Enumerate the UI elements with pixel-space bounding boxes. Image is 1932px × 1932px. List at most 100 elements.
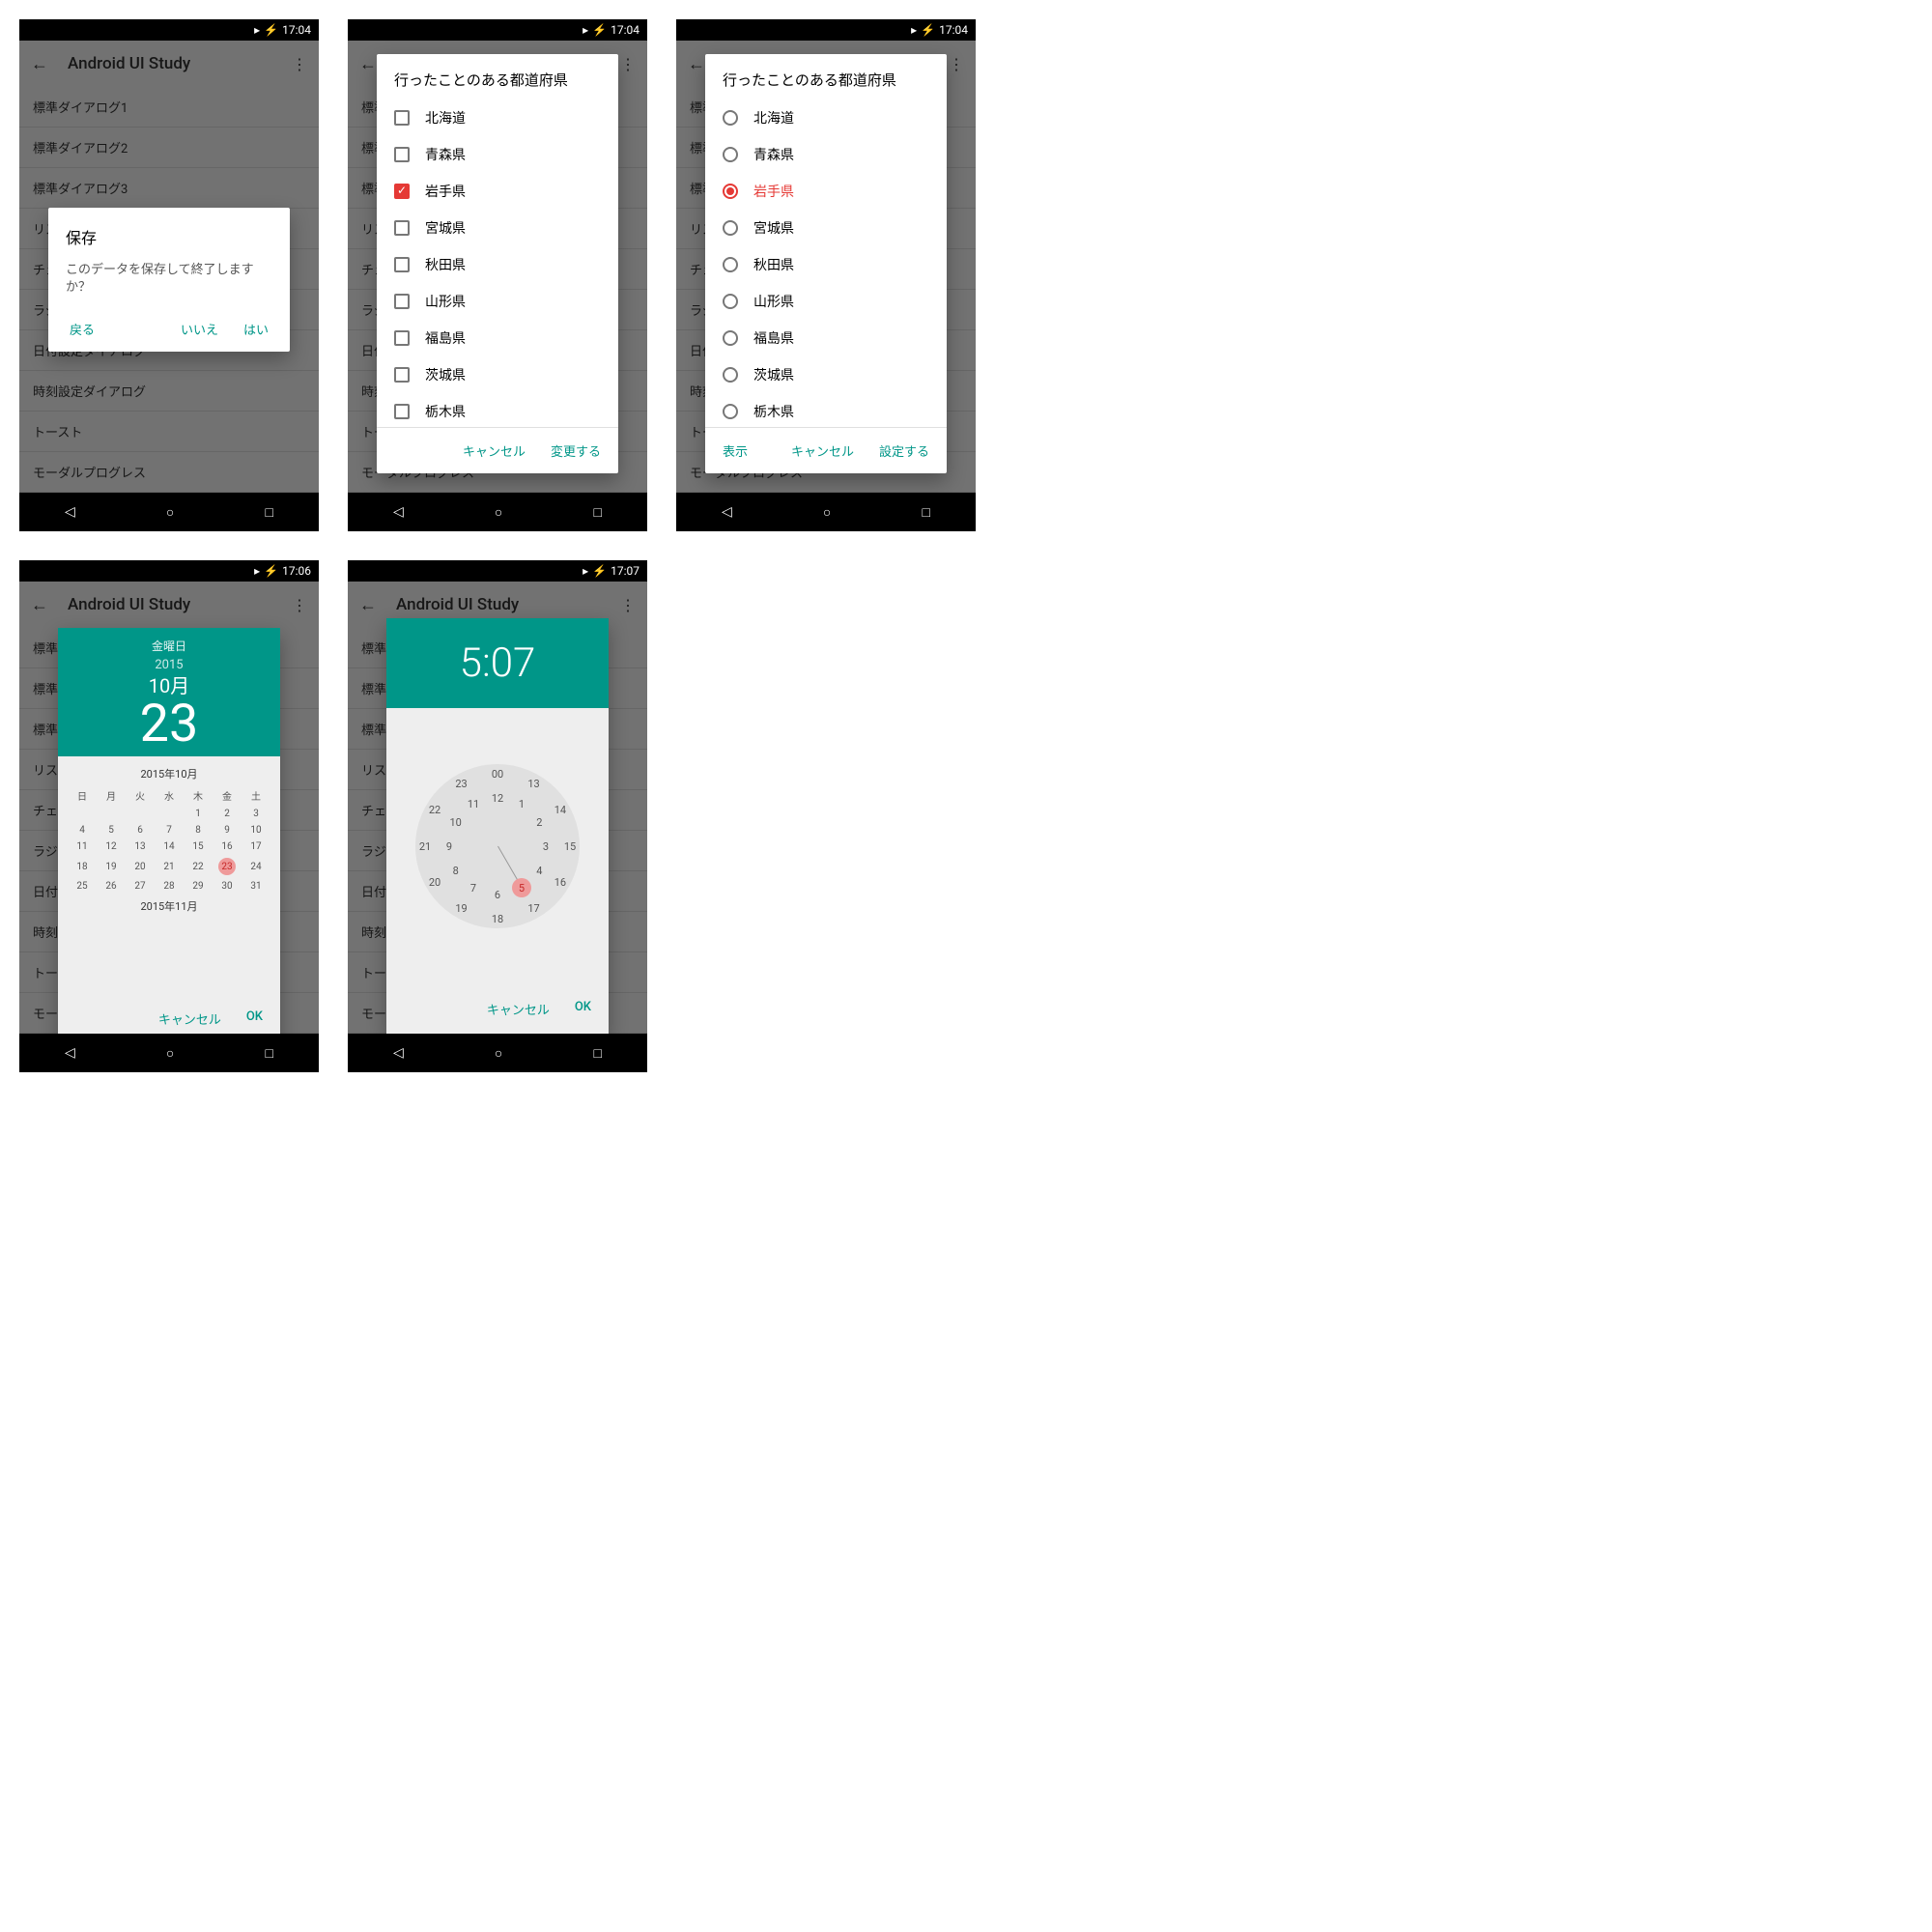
calendar-day[interactable]: 27 (126, 878, 155, 895)
calendar-day[interactable]: 26 (97, 878, 126, 895)
radio-row[interactable]: 秋田県 (705, 246, 947, 283)
clock-hour[interactable]: 21 (415, 837, 435, 856)
checkbox-row[interactable]: 栃木県 (377, 393, 618, 427)
clock-hour[interactable]: 3 (536, 837, 555, 856)
clock-hour[interactable]: 1 (512, 795, 531, 814)
radio-icon[interactable] (723, 257, 738, 272)
calendar-day-selected[interactable]: 23 (213, 855, 242, 878)
radio-row[interactable]: 山形県 (705, 283, 947, 320)
clock-hour[interactable]: 12 (488, 788, 507, 808)
neutral-button[interactable]: 戻る (66, 314, 99, 344)
radio-icon[interactable] (723, 110, 738, 126)
calendar-day[interactable]: 8 (184, 822, 213, 838)
calendar-day[interactable]: 12 (97, 838, 126, 855)
radio-row[interactable]: 青森県 (705, 136, 947, 173)
checkbox-row[interactable]: 福島県 (377, 320, 618, 356)
checkbox-icon[interactable] (394, 367, 410, 383)
nav-back-icon[interactable]: ◁ (393, 1045, 404, 1061)
ok-button[interactable]: OK (242, 1004, 267, 1034)
calendar-day[interactable]: 14 (155, 838, 184, 855)
clock-hour[interactable]: 16 (551, 873, 570, 893)
calendar-day[interactable]: 11 (68, 838, 97, 855)
calendar-day[interactable]: 1 (184, 806, 213, 822)
calendar-day[interactable] (126, 806, 155, 822)
year-label[interactable]: 2015 (58, 658, 280, 672)
radio-icon[interactable] (723, 404, 738, 419)
nav-home-icon[interactable]: ○ (166, 504, 174, 521)
clock-face[interactable]: 123456789101112001314151617181920212223 (415, 764, 580, 928)
calendar-day[interactable]: 18 (68, 855, 97, 878)
calendar-day[interactable]: 7 (155, 822, 184, 838)
nav-home-icon[interactable]: ○ (495, 504, 502, 521)
nav-recent-icon[interactable]: □ (922, 504, 929, 521)
cancel-button[interactable]: キャンセル (483, 994, 554, 1024)
radio-icon[interactable] (723, 184, 738, 199)
radio-row[interactable]: 栃木県 (705, 393, 947, 427)
nav-recent-icon[interactable]: □ (593, 1045, 601, 1062)
checkbox-row[interactable]: 山形県 (377, 283, 618, 320)
calendar[interactable]: 2015年10月 日月火水木金土123456789101112131415161… (58, 756, 280, 998)
nav-home-icon[interactable]: ○ (823, 504, 831, 521)
clock-hour[interactable]: 7 (464, 878, 483, 897)
calendar-day[interactable]: 21 (155, 855, 184, 878)
calendar-day[interactable]: 3 (242, 806, 270, 822)
negative-button[interactable]: いいえ (177, 314, 222, 344)
checkbox-icon[interactable] (394, 404, 410, 419)
calendar-day[interactable]: 10 (242, 822, 270, 838)
clock-hour[interactable]: 6 (488, 885, 507, 904)
clock-hour[interactable]: 20 (425, 873, 444, 893)
calendar-day[interactable]: 13 (126, 838, 155, 855)
clock-hour[interactable]: 15 (560, 837, 580, 856)
calendar-day[interactable]: 16 (213, 838, 242, 855)
calendar-day[interactable]: 30 (213, 878, 242, 895)
calendar-day[interactable]: 2 (213, 806, 242, 822)
clock-hour[interactable]: 18 (488, 909, 507, 928)
checkbox-icon[interactable] (394, 184, 410, 199)
radio-icon[interactable] (723, 147, 738, 162)
radio-row[interactable]: 宮城県 (705, 210, 947, 246)
nav-home-icon[interactable]: ○ (495, 1045, 502, 1062)
calendar-day[interactable]: 31 (242, 878, 270, 895)
cancel-button[interactable]: キャンセル (459, 436, 529, 466)
radio-icon[interactable] (723, 294, 738, 309)
calendar-day[interactable]: 29 (184, 878, 213, 895)
checkbox-row[interactable]: 北海道 (377, 99, 618, 136)
cancel-button[interactable]: キャンセル (155, 1004, 225, 1034)
ok-button[interactable]: 設定する (875, 436, 933, 466)
checkbox-icon[interactable] (394, 110, 410, 126)
calendar-day[interactable]: 9 (213, 822, 242, 838)
clock-hour[interactable]: 00 (488, 764, 507, 783)
clock-hour[interactable]: 17 (525, 899, 544, 919)
nav-back-icon[interactable]: ◁ (65, 1045, 75, 1061)
positive-button[interactable]: はい (240, 314, 272, 344)
calendar-day[interactable]: 20 (126, 855, 155, 878)
checkbox-icon[interactable] (394, 147, 410, 162)
checkbox-row[interactable]: 青森県 (377, 136, 618, 173)
nav-back-icon[interactable]: ◁ (393, 504, 404, 520)
radio-icon[interactable] (723, 367, 738, 383)
radio-row[interactable]: 北海道 (705, 99, 947, 136)
checkbox-icon[interactable] (394, 294, 410, 309)
calendar-day[interactable] (97, 806, 126, 822)
calendar-day[interactable]: 6 (126, 822, 155, 838)
calendar-day[interactable]: 15 (184, 838, 213, 855)
cancel-button[interactable]: キャンセル (787, 436, 858, 466)
calendar-day[interactable]: 17 (242, 838, 270, 855)
checkbox-icon[interactable] (394, 330, 410, 346)
clock-hour[interactable]: 4 (529, 861, 549, 880)
calendar-day[interactable]: 22 (184, 855, 213, 878)
nav-back-icon[interactable]: ◁ (722, 504, 732, 520)
nav-recent-icon[interactable]: □ (265, 1045, 272, 1062)
clock-hour[interactable]: 23 (452, 774, 471, 793)
clock-hour[interactable]: 5 (512, 878, 531, 897)
checkbox-icon[interactable] (394, 257, 410, 272)
ok-button[interactable]: 変更する (547, 436, 605, 466)
nav-back-icon[interactable]: ◁ (65, 504, 75, 520)
calendar-day[interactable]: 25 (68, 878, 97, 895)
show-button[interactable]: 表示 (719, 436, 752, 466)
calendar-day[interactable] (155, 806, 184, 822)
nav-recent-icon[interactable]: □ (265, 504, 272, 521)
ok-button[interactable]: OK (571, 994, 595, 1024)
radio-icon[interactable] (723, 220, 738, 236)
checkbox-row[interactable]: 宮城県 (377, 210, 618, 246)
